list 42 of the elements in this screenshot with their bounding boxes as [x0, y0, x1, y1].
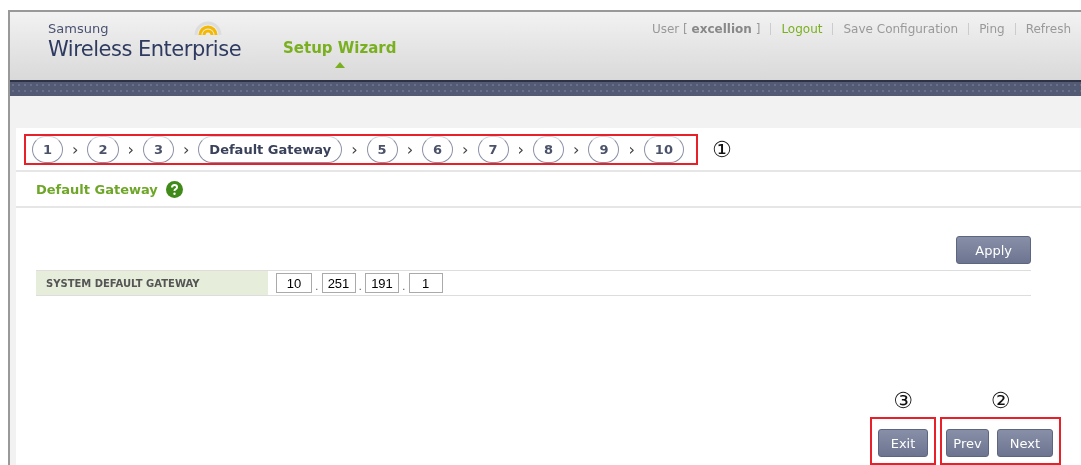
step-button[interactable]: 7 [477, 135, 509, 163]
octet-separator: . [358, 280, 362, 293]
ip-octet-field[interactable]: 10 [276, 273, 312, 293]
step-separator: › [462, 139, 469, 159]
step-button[interactable]: 3 [142, 135, 174, 163]
step-button[interactable]: 10 [643, 135, 684, 163]
active-marker-icon [334, 62, 345, 68]
step-button[interactable]: Default Gateway [198, 135, 343, 163]
step-button[interactable]: 2 [87, 135, 119, 163]
callout-number: ③ [893, 388, 913, 413]
apply-button[interactable]: Apply [956, 236, 1031, 264]
brand-logo-text: Wireless Enterprise [48, 36, 242, 62]
ip-octet-field[interactable]: 251 [321, 273, 356, 293]
field-label: SYSTEM DEFAULT GATEWAY [36, 271, 268, 295]
section-title: Default Gateway [36, 181, 158, 197]
help-icon[interactable] [165, 180, 183, 198]
octet-separator: . [315, 280, 319, 293]
step-separator: › [351, 139, 358, 159]
octet-separator: . [402, 280, 406, 293]
step-separator: › [628, 139, 635, 159]
step-separator: › [182, 139, 190, 159]
step-button[interactable]: 8 [532, 135, 564, 163]
step-separator: › [573, 139, 580, 159]
step-separator: › [127, 139, 134, 159]
step-button[interactable]: 9 [588, 135, 620, 163]
next-button[interactable]: Next [996, 429, 1053, 457]
user-label: User [ excellion ] [651, 22, 761, 36]
ip-octet-field[interactable]: 1 [408, 273, 443, 293]
page-title: Setup Wizard [283, 39, 397, 57]
step-button[interactable]: 1 [32, 135, 64, 163]
prev-button[interactable]: Prev [946, 429, 989, 457]
step-separator: › [517, 139, 524, 159]
brand-name: Samsung [48, 22, 109, 36]
step-separator: › [72, 139, 79, 159]
ip-octet-field[interactable]: 191 [365, 273, 399, 293]
step-button[interactable]: 6 [422, 135, 454, 163]
signal-arc-icon [193, 19, 223, 35]
step-button[interactable]: 5 [366, 135, 398, 163]
callout-number: ② [990, 388, 1011, 413]
exit-button[interactable]: Exit [877, 429, 929, 457]
callout-number: ① [711, 136, 732, 162]
step-separator: › [406, 139, 414, 159]
